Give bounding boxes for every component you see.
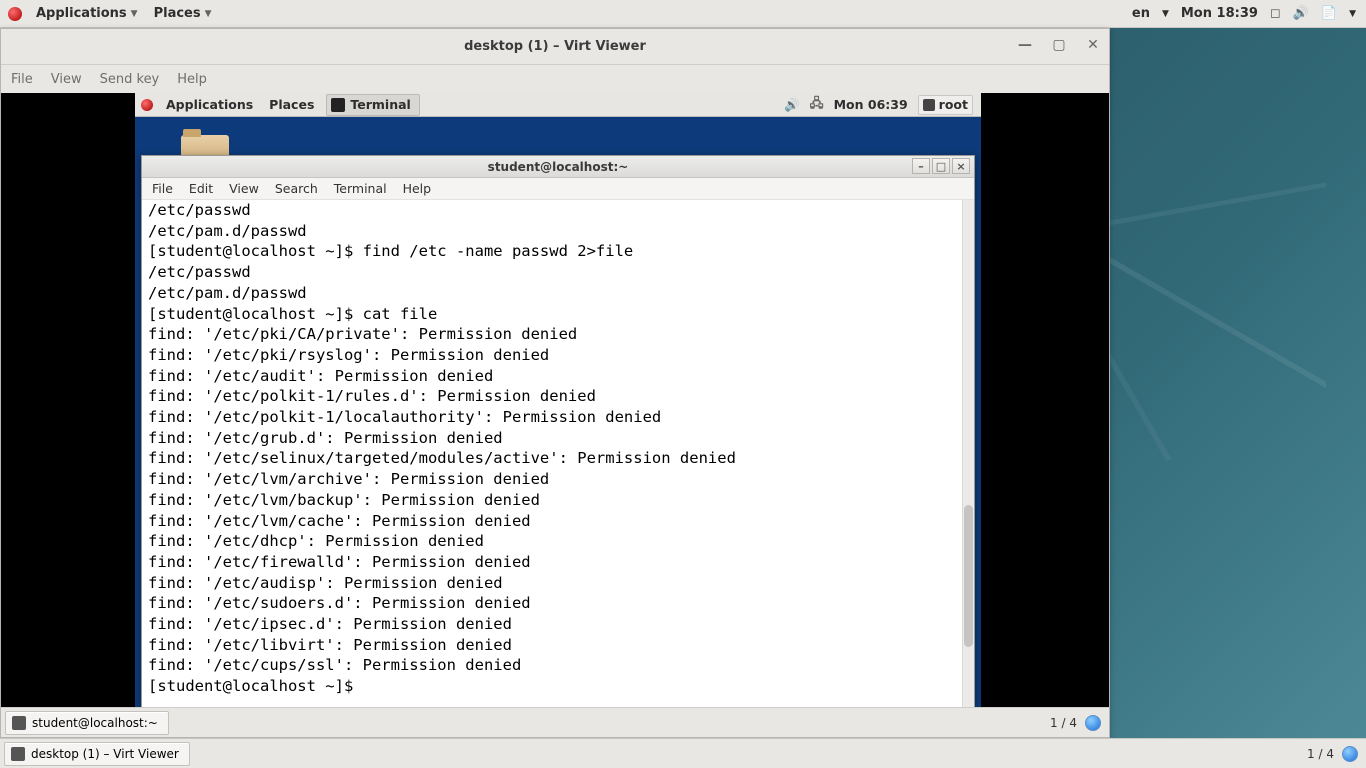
host-tray: en ▼ Mon 18:39 ◻ 🔊 📄 ▼ <box>1132 6 1366 21</box>
task-label: desktop (1) – Virt Viewer <box>31 747 179 761</box>
distro-icon <box>8 7 22 21</box>
terminal-text: /etc/passwd /etc/pam.d/passwd [student@l… <box>142 200 962 697</box>
chevron-down-icon: ▼ <box>1162 9 1169 19</box>
window-title: student@localhost:~ <box>488 160 629 174</box>
menu-edit[interactable]: Edit <box>189 181 213 196</box>
virt-viewer-icon <box>11 747 25 761</box>
terminal-menubar: File Edit View Search Terminal Help <box>142 178 974 200</box>
accessibility-icon[interactable]: ◻ <box>1270 6 1281 21</box>
user-icon <box>923 99 935 111</box>
menu-view[interactable]: View <box>51 72 82 87</box>
battery-icon[interactable]: 📄 <box>1321 6 1337 21</box>
network-icon[interactable]: 🖧 <box>810 94 824 115</box>
virt-viewer-titlebar[interactable]: desktop (1) – Virt Viewer — ▢ ✕ <box>1 29 1109 65</box>
minimize-button[interactable]: — <box>1015 35 1035 55</box>
guest-desktop: Applications Places Terminal 🔊 🖧 Mon 06:… <box>135 93 981 709</box>
menu-search[interactable]: Search <box>275 181 318 196</box>
host-clock[interactable]: Mon 18:39 <box>1181 6 1258 21</box>
terminal-window: student@localhost:~ – □ × File Edit View… <box>141 155 975 709</box>
host-taskbar-virtviewer[interactable]: desktop (1) – Virt Viewer <box>4 742 190 766</box>
host-applications-menu[interactable]: Applications ▼ <box>28 0 146 27</box>
host-topbar: Applications ▼ Places ▼ en ▼ Mon 18:39 ◻ 🔊… <box>0 0 1366 28</box>
terminal-icon <box>12 716 26 730</box>
menu-file[interactable]: File <box>152 181 173 196</box>
virt-viewer-menubar: File View Send key Help <box>1 65 1109 93</box>
guest-topbar: Applications Places Terminal 🔊 🖧 Mon 06:… <box>135 93 981 117</box>
menu-view[interactable]: View <box>229 181 259 196</box>
chevron-down-icon: ▼ <box>205 9 212 19</box>
menu-file[interactable]: File <box>11 72 33 87</box>
workspace-indicator[interactable]: 1 / 4 <box>1307 747 1334 761</box>
window-title: desktop (1) – Virt Viewer <box>464 39 646 54</box>
terminal-scrollbar[interactable] <box>962 200 974 708</box>
letterbox-left <box>1 93 135 707</box>
guest-bottombar: student@localhost:~ 1 / 4 <box>1 707 1109 737</box>
menu-help[interactable]: Help <box>177 72 207 87</box>
virt-viewer-window: desktop (1) – Virt Viewer — ▢ ✕ File Vie… <box>0 28 1110 738</box>
minimize-button[interactable]: – <box>912 158 930 174</box>
guest-clock[interactable]: Mon 06:39 <box>834 97 908 112</box>
menu-terminal[interactable]: Terminal <box>334 181 387 196</box>
host-bottombar: desktop (1) – Virt Viewer 1 / 4 <box>0 738 1366 768</box>
workspace-switcher-icon[interactable] <box>1085 715 1101 731</box>
close-button[interactable]: × <box>952 158 970 174</box>
letterbox-right <box>979 93 1109 707</box>
maximize-button[interactable]: □ <box>932 158 950 174</box>
guest-taskbar-terminal-bottom[interactable]: student@localhost:~ <box>5 711 169 735</box>
volume-icon[interactable]: 🔊 <box>784 97 800 113</box>
guest-applications-menu[interactable]: Applications <box>158 97 261 112</box>
host-places-menu[interactable]: Places ▼ <box>146 0 220 27</box>
volume-icon[interactable]: 🔊 <box>1293 6 1309 21</box>
workspace-indicator[interactable]: 1 / 4 <box>1050 716 1077 730</box>
guest-places-menu[interactable]: Places <box>261 97 322 112</box>
workspace-switcher-icon[interactable] <box>1342 746 1358 762</box>
host-desktop: Applications ▼ Places ▼ en ▼ Mon 18:39 ◻ 🔊… <box>0 0 1366 768</box>
distro-icon <box>141 99 153 111</box>
chevron-down-icon: ▼ <box>131 9 138 19</box>
menu-label: Places <box>154 6 201 21</box>
user-label: root <box>939 97 968 112</box>
chevron-down-icon: ▼ <box>1349 9 1356 19</box>
menu-label: Applications <box>36 6 127 21</box>
language-indicator[interactable]: en <box>1132 6 1150 21</box>
virt-viewer-display[interactable]: Applications Places Terminal 🔊 🖧 Mon 06:… <box>1 93 1109 707</box>
menu-help[interactable]: Help <box>403 181 432 196</box>
terminal-titlebar[interactable]: student@localhost:~ – □ × <box>142 156 974 178</box>
task-label: Terminal <box>350 97 410 112</box>
task-label: student@localhost:~ <box>32 716 158 730</box>
maximize-button[interactable]: ▢ <box>1049 35 1069 55</box>
terminal-output[interactable]: /etc/passwd /etc/pam.d/passwd [student@l… <box>142 200 962 708</box>
terminal-icon <box>331 98 345 112</box>
menu-sendkey[interactable]: Send key <box>100 72 160 87</box>
close-button[interactable]: ✕ <box>1083 35 1103 55</box>
guest-taskbar-terminal[interactable]: Terminal <box>326 94 419 116</box>
guest-user-menu[interactable]: root <box>918 95 973 115</box>
